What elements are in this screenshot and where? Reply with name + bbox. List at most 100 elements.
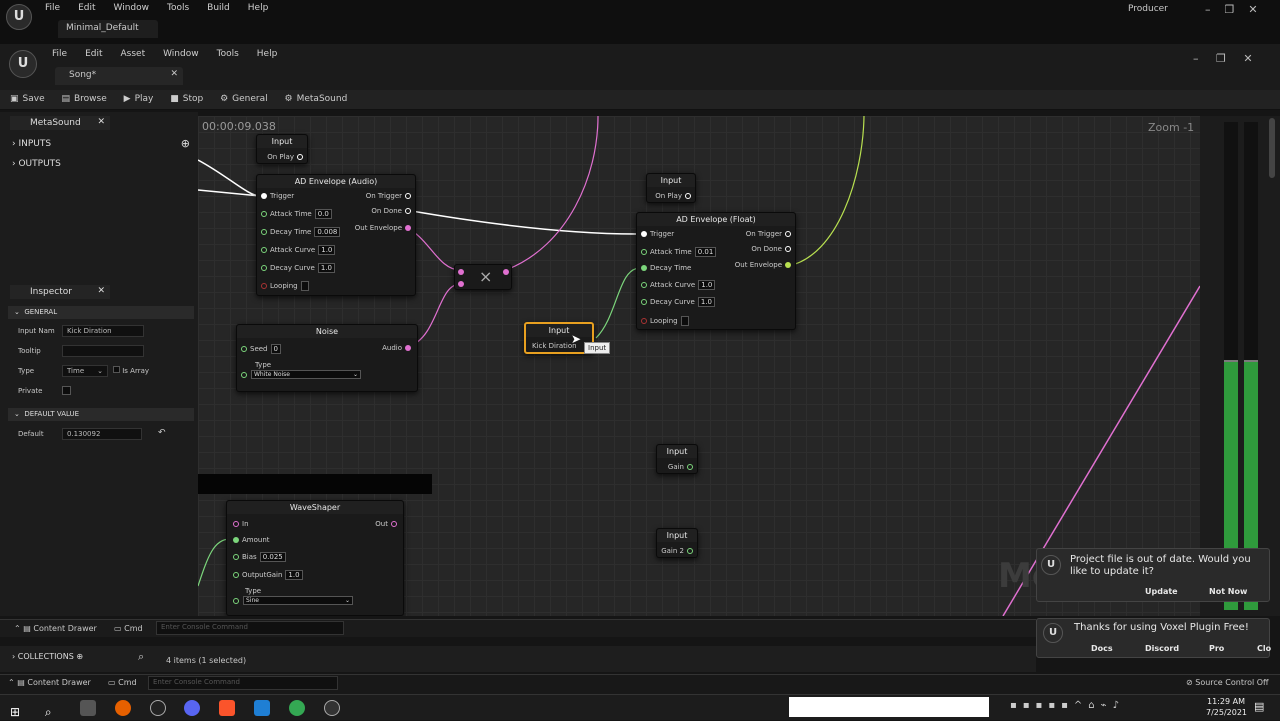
metasound-button[interactable]: ⚙ MetaSound	[285, 94, 348, 104]
looping-checkbox[interactable]	[680, 316, 689, 326]
attack-time-pin[interactable]: Attack Time 0.01	[641, 247, 717, 257]
taskbar-app-icon[interactable]	[79, 700, 96, 716]
reset-icon[interactable]: ↶	[158, 428, 166, 438]
source-control-button[interactable]: ⊘ Source Control Off	[1186, 678, 1269, 687]
update-button[interactable]: Update	[1145, 587, 1178, 596]
multiply-in-a-pin[interactable]	[458, 269, 464, 275]
type-pin[interactable]: Type Sine ⌄	[233, 587, 353, 605]
github-icon[interactable]	[323, 700, 340, 716]
minimize-icon[interactable]: –	[1205, 3, 1211, 16]
os-menu-build[interactable]: Build	[207, 3, 230, 13]
firefox-icon[interactable]	[114, 700, 131, 716]
on-trigger-pin[interactable]: On Trigger	[746, 230, 791, 238]
input-node-on-play-2[interactable]: Input On Play	[646, 173, 696, 203]
collections-search-icon[interactable]: ⌕	[138, 650, 144, 664]
tab-close-icon[interactable]: ✕	[170, 69, 178, 79]
taskbar-search-box[interactable]	[789, 697, 989, 717]
attack-curve-pin[interactable]: Attack Curve 1.0	[641, 280, 716, 290]
vscode-icon[interactable]	[254, 700, 271, 716]
looping-checkbox[interactable]	[300, 281, 309, 291]
status-console-input[interactable]: Enter Console Command	[148, 676, 338, 690]
docs-button[interactable]: Docs	[1091, 644, 1113, 653]
output-gain-pin[interactable]: OutputGain 1.0	[233, 570, 303, 580]
os-menu-tools[interactable]: Tools	[167, 3, 189, 13]
graph-canvas[interactable]: 00:00:09.038 Zoom -1 Me Input On Play AD…	[198, 116, 1200, 616]
menu-file[interactable]: File	[52, 49, 67, 59]
os-menu-window[interactable]: Window	[114, 3, 150, 13]
on-play-pin[interactable]: On Play	[267, 153, 303, 161]
out-envelope-pin[interactable]: Out Envelope	[355, 224, 411, 232]
metasound-panel-tab[interactable]: MetaSound ✕	[10, 116, 110, 130]
console-input[interactable]: Enter Console Command	[156, 621, 344, 635]
unreal-taskbar-icon[interactable]	[149, 700, 166, 716]
seed-pin[interactable]: Seed 0	[241, 344, 281, 354]
attack-curve-value[interactable]: 1.0	[698, 280, 716, 290]
os-menu-edit[interactable]: Edit	[78, 3, 95, 13]
input-name-field[interactable]: Kick Diration	[62, 325, 144, 337]
seed-value[interactable]: 0	[270, 344, 281, 354]
on-trigger-pin[interactable]: On Trigger	[366, 192, 411, 200]
discord-icon[interactable]	[184, 700, 201, 716]
chrome-icon[interactable]	[289, 700, 305, 716]
os-menu-help[interactable]: Help	[248, 3, 269, 13]
decay-curve-pin[interactable]: Decay Curve 1.0	[641, 297, 715, 307]
kick-duration-pin[interactable]: Kick Diration	[532, 342, 577, 350]
tray-icons[interactable]: ▪▪▪▪▪^⌂⌁♪	[1010, 700, 1125, 711]
ad-envelope-float-node[interactable]: AD Envelope (Float) Trigger Attack Time 0…	[636, 212, 796, 330]
input-node-gain[interactable]: Input Gain	[656, 444, 698, 474]
looping-pin[interactable]: Looping	[641, 316, 689, 326]
on-done-pin[interactable]: On Done	[751, 245, 791, 253]
attack-time-pin[interactable]: Attack Time 0.0	[261, 209, 332, 219]
os-menu-file[interactable]: File	[45, 3, 60, 13]
waveshaper-node[interactable]: WaveShaper In Amount Bias 0.025 OutputGai…	[226, 500, 404, 616]
cmd-button[interactable]: ▭ Cmd	[114, 624, 143, 633]
unreal-logo-icon[interactable]: U	[6, 4, 32, 30]
general-section-header[interactable]: ⌄ GENERAL	[8, 306, 194, 319]
noise-type-dropdown[interactable]: White Noise ⌄	[251, 370, 361, 379]
is-array-checkbox[interactable]: Is Array	[113, 366, 149, 375]
gain-2-pin[interactable]: Gain 2	[661, 547, 693, 555]
panel-close-icon[interactable]: ✕	[97, 117, 105, 127]
default-section-header[interactable]: ⌄ DEFAULT VALUE	[8, 408, 194, 421]
editor-minimize-icon[interactable]: –	[1193, 52, 1199, 65]
close-icon[interactable]: ✕	[1248, 3, 1257, 16]
add-input-icon[interactable]: ⊕	[181, 137, 190, 150]
wave-type-dropdown[interactable]: Sine ⌄	[243, 596, 353, 605]
outputs-category[interactable]: › OUTPUTS	[12, 159, 61, 169]
multiply-node[interactable]: ×	[454, 264, 512, 290]
private-checkbox[interactable]	[62, 386, 71, 395]
attack-time-value[interactable]: 0.0	[314, 209, 332, 219]
browse-button[interactable]: ▤ Browse	[61, 94, 106, 104]
brave-icon[interactable]	[219, 700, 236, 716]
windows-start-icon[interactable]: ⊞	[10, 705, 26, 721]
scrollbar[interactable]	[1269, 118, 1275, 178]
editor-maximize-icon[interactable]: ❐	[1216, 52, 1226, 65]
inspector-tab[interactable]: Inspector ✕	[10, 285, 110, 299]
attack-curve-value[interactable]: 1.0	[318, 245, 336, 255]
multiply-in-b-pin[interactable]	[458, 281, 464, 287]
menu-help[interactable]: Help	[257, 49, 278, 59]
add-collection-icon[interactable]: ⊕	[76, 652, 83, 661]
out-pin[interactable]: Out	[375, 520, 397, 528]
noise-node[interactable]: Noise Seed 0 Type White Noise ⌄ Audio	[236, 324, 418, 392]
looping-pin[interactable]: Looping	[261, 281, 309, 291]
project-tab[interactable]: Minimal_Default	[58, 20, 158, 38]
content-drawer-button[interactable]: ⌃ ▤ Content Drawer	[14, 624, 97, 633]
trigger-pin[interactable]: Trigger	[641, 230, 674, 238]
editor-close-icon[interactable]: ✕	[1243, 52, 1252, 65]
menu-edit[interactable]: Edit	[85, 49, 102, 59]
maximize-icon[interactable]: ❐	[1225, 3, 1235, 16]
ad-envelope-audio-node[interactable]: AD Envelope (Audio) Trigger Attack Time 0…	[256, 174, 416, 296]
tooltip-field[interactable]	[62, 345, 144, 357]
decay-time-pin[interactable]: Decay Time	[641, 264, 691, 272]
bias-value[interactable]: 0.025	[259, 552, 286, 562]
save-button[interactable]: ▣ Save	[10, 94, 45, 104]
bias-pin[interactable]: Bias 0.025	[233, 552, 286, 562]
stop-button[interactable]: ■ Stop	[170, 94, 203, 104]
status-content-drawer-button[interactable]: ⌃ ▤ Content Drawer	[8, 678, 91, 687]
discord-button[interactable]: Discord	[1145, 644, 1179, 653]
on-play-pin[interactable]: On Play	[655, 192, 691, 200]
menu-window[interactable]: Window	[163, 49, 199, 59]
inputs-category[interactable]: › INPUTS ⊕	[12, 137, 194, 150]
decay-time-pin[interactable]: Decay Time 0.008	[261, 227, 341, 237]
